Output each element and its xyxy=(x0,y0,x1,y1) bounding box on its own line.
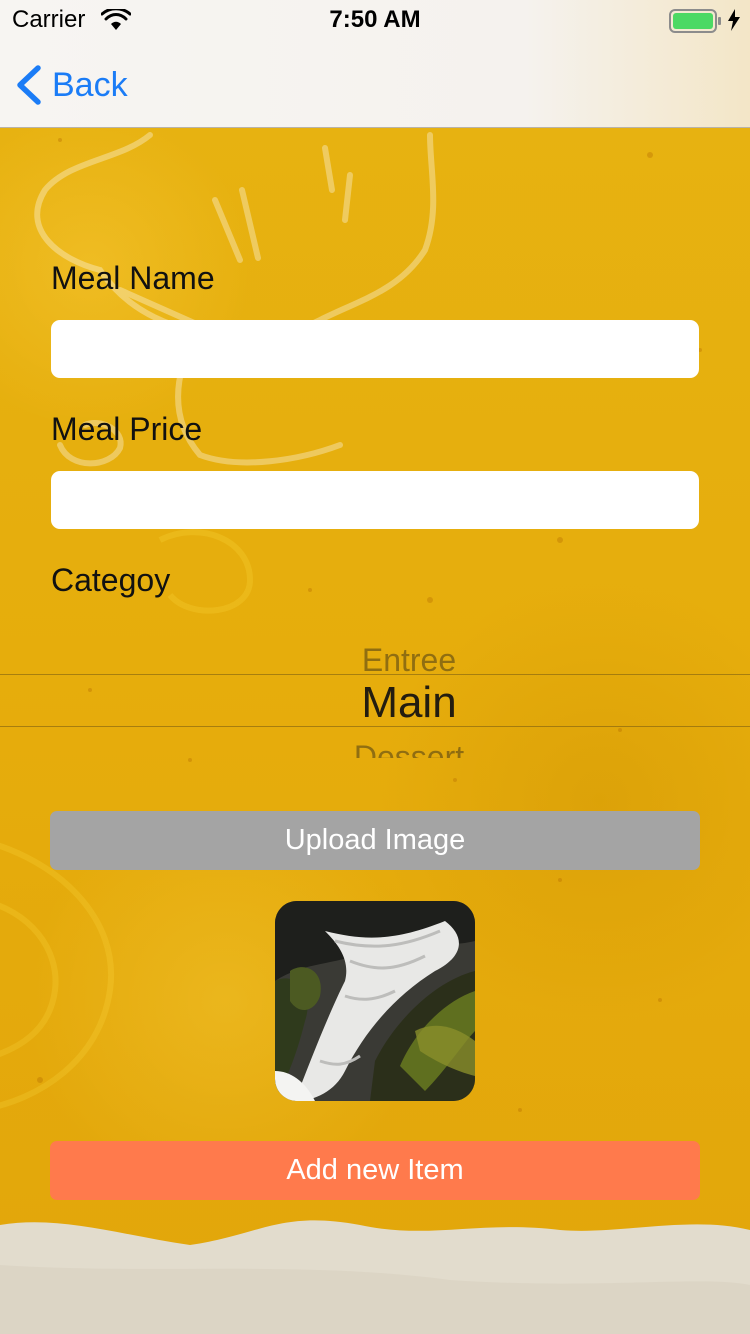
upload-image-button[interactable]: Upload Image xyxy=(50,811,700,870)
picker-selection-top-line xyxy=(0,674,750,675)
picker-option-selected[interactable]: Main xyxy=(0,678,750,728)
meal-name-label: Meal Name xyxy=(51,260,215,296)
meal-name-input[interactable] xyxy=(51,320,699,378)
navigation-bar: Carrier 7:50 AM Back xyxy=(0,0,750,128)
meal-price-input[interactable] xyxy=(51,471,699,529)
back-label: Back xyxy=(52,65,128,104)
picker-option-below[interactable]: Dessert xyxy=(0,734,750,758)
picker-option-above[interactable]: Entree xyxy=(0,642,750,672)
meal-price-label: Meal Price xyxy=(51,411,203,447)
bottom-paper-edge xyxy=(0,1220,750,1334)
waterfall-photo xyxy=(275,901,475,1101)
category-picker[interactable]: Entree Main Dessert xyxy=(0,630,750,780)
back-button[interactable]: Back xyxy=(14,62,128,108)
battery-icon xyxy=(669,9,721,33)
status-time: 7:50 AM xyxy=(329,6,421,33)
charging-bolt-icon xyxy=(728,9,740,31)
meal-image-thumbnail[interactable] xyxy=(275,901,475,1101)
category-label: Categoy xyxy=(51,562,171,598)
back-chevron-icon xyxy=(17,65,41,105)
add-new-item-button[interactable]: Add new Item xyxy=(50,1141,700,1200)
picker-selection-bottom-line xyxy=(0,726,750,727)
